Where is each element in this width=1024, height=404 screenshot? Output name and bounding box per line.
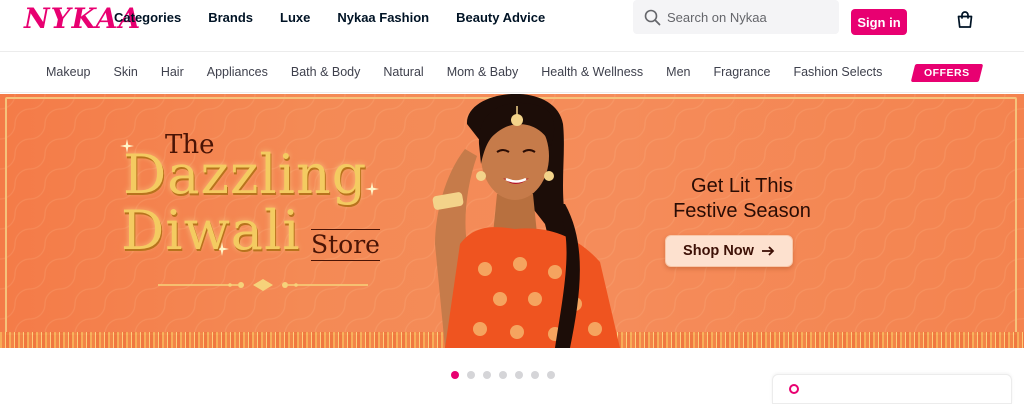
nav-categories[interactable]: Categories (114, 11, 181, 25)
category-appliances[interactable]: Appliances (207, 65, 268, 79)
arrow-right-icon (761, 246, 775, 256)
hero-title-line2: Diwali (121, 199, 301, 262)
tagline-line1: Get Lit This (691, 175, 793, 197)
carousel-dot[interactable] (515, 371, 523, 379)
category-fashion-selects[interactable]: Fashion Selects (793, 65, 882, 79)
carousel-dot[interactable] (499, 371, 507, 379)
carousel-dot[interactable] (483, 371, 491, 379)
search-icon (637, 0, 667, 34)
category-natural[interactable]: Natural (383, 65, 423, 79)
offers-label: OFFERS (924, 67, 970, 79)
hero-banner[interactable]: The Dazzling Diwali Store Get Lit This F… (0, 94, 1024, 348)
bottom-info-card[interactable] (772, 374, 1012, 404)
category-makeup[interactable]: Makeup (46, 65, 90, 79)
location-pin-icon (789, 384, 799, 394)
carousel-dot[interactable] (531, 371, 539, 379)
nav-brands[interactable]: Brands (208, 11, 253, 25)
model-image (432, 94, 620, 348)
shop-now-label: Shop Now (683, 243, 754, 259)
hero-title-line1: Dazzling (123, 143, 368, 206)
hero-title-store: Store (311, 229, 380, 261)
main-nav: Categories Brands Luxe Nykaa Fashion Bea… (114, 11, 572, 25)
category-bar: Makeup Skin Hair Appliances Bath & Body … (0, 53, 1024, 93)
carousel-dot[interactable] (467, 371, 475, 379)
category-bath-body[interactable]: Bath & Body (291, 65, 361, 79)
category-hair[interactable]: Hair (161, 65, 184, 79)
tagline-line2: Festive Season (673, 200, 811, 222)
nav-luxe[interactable]: Luxe (280, 11, 310, 25)
category-mom-baby[interactable]: Mom & Baby (447, 65, 519, 79)
category-skin[interactable]: Skin (113, 65, 137, 79)
search-box[interactable] (633, 0, 839, 34)
nav-beauty-advice[interactable]: Beauty Advice (456, 11, 545, 25)
shop-now-button[interactable]: Shop Now (665, 235, 793, 267)
ornament-divider (158, 279, 368, 291)
search-input[interactable] (667, 9, 827, 25)
carousel-dot[interactable] (451, 371, 459, 379)
offers-badge[interactable]: OFFERS (910, 64, 984, 82)
category-fragrance[interactable]: Fragrance (713, 65, 770, 79)
shopping-bag-icon[interactable] (955, 10, 975, 30)
nav-nykaa-fashion[interactable]: Nykaa Fashion (337, 11, 429, 25)
carousel-dot[interactable] (547, 371, 555, 379)
sign-in-button[interactable]: Sign in (851, 9, 907, 35)
category-health-wellness[interactable]: Health & Wellness (541, 65, 643, 79)
hero-tagline: Get Lit This Festive Season (632, 174, 852, 224)
category-men[interactable]: Men (666, 65, 690, 79)
carousel-dots (451, 371, 555, 379)
top-header: NYKAA Categories Brands Luxe Nykaa Fashi… (0, 0, 1024, 52)
